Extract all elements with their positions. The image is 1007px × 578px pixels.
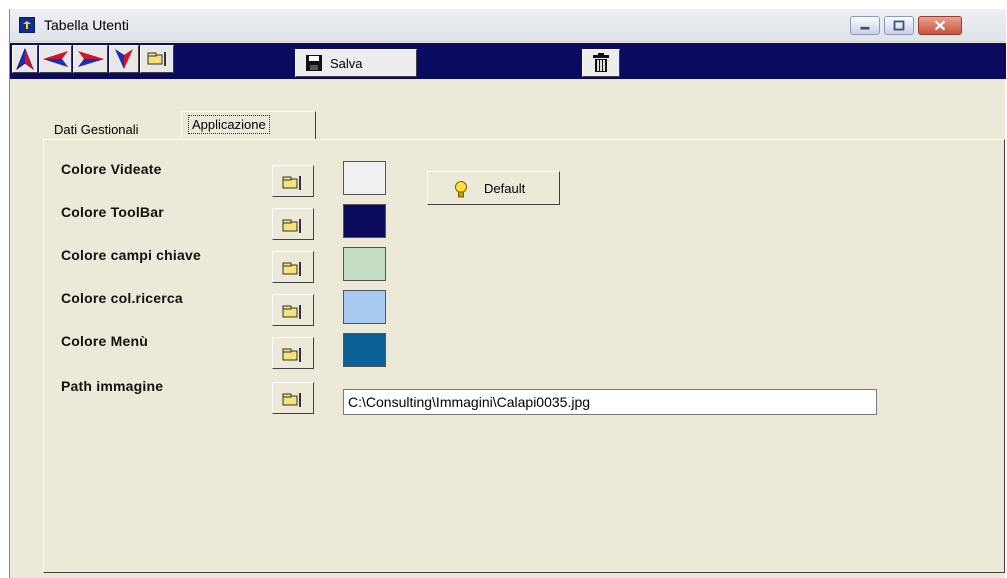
arrow-left-icon[interactable] [39, 45, 72, 73]
close-button[interactable] [918, 16, 962, 35]
pointer-hand-icon [282, 348, 301, 362]
swatch-colore-menu[interactable] [343, 333, 386, 367]
pointer-hand-icon [282, 219, 301, 233]
tab-applicazione[interactable]: Applicazione [181, 111, 316, 139]
pointer-hand-icon [282, 176, 301, 190]
pick-colore-campi-chiave-button[interactable] [272, 251, 314, 283]
save-label: Salva [330, 56, 363, 71]
delete-button[interactable] [582, 49, 620, 77]
swatch-colore-videate[interactable] [343, 161, 386, 195]
pointer-hand-icon [282, 305, 301, 319]
trash-icon [593, 53, 609, 72]
label-colore-menu: Colore Menù [61, 333, 148, 349]
path-immagine-input[interactable] [343, 389, 877, 415]
app-logo-icon [19, 17, 35, 33]
maximize-button[interactable] [884, 16, 914, 35]
toolbar [10, 43, 1006, 79]
label-path-immagine: Path immagine [61, 378, 164, 394]
arrow-up-icon[interactable] [12, 45, 38, 73]
application-window: Tabella Utenti Salva Dati Gestionali App… [9, 9, 1006, 578]
swatch-colore-col-ricerca[interactable] [343, 290, 386, 324]
pointer-hand-icon [282, 262, 301, 276]
tab-applicazione-label: Applicazione [188, 115, 270, 134]
default-button[interactable]: Default [427, 171, 560, 205]
pick-colore-toolbar-button[interactable] [272, 208, 314, 240]
tab-dati-gestionali[interactable]: Dati Gestionali [42, 113, 180, 139]
minimize-button[interactable] [850, 16, 880, 35]
swatch-colore-toolbar[interactable] [343, 204, 386, 238]
pick-colore-col-ricerca-button[interactable] [272, 294, 314, 326]
swatch-colore-campi-chiave[interactable] [343, 247, 386, 281]
pick-colore-videate-button[interactable] [272, 165, 314, 197]
label-colore-videate: Colore Videate [61, 161, 162, 177]
label-colore-campi-chiave: Colore campi chiave [61, 247, 201, 263]
label-colore-col-ricerca: Colore col.ricerca [61, 290, 183, 306]
window-title: Tabella Utenti [44, 17, 129, 33]
pointer-hand-icon [282, 393, 301, 407]
arrow-down-icon[interactable] [109, 45, 139, 73]
arrow-right-icon[interactable] [73, 45, 108, 73]
floppy-disk-icon [306, 55, 322, 71]
pick-path-immagine-button[interactable] [272, 382, 314, 414]
pick-colore-menu-button[interactable] [272, 337, 314, 369]
pointer-hand-icon[interactable] [140, 45, 174, 73]
default-label: Default [484, 181, 526, 196]
title-bar[interactable]: Tabella Utenti [10, 9, 1006, 42]
lightbulb-icon [455, 181, 467, 198]
label-colore-toolbar: Colore ToolBar [61, 204, 164, 220]
save-button[interactable]: Salva [295, 49, 417, 77]
